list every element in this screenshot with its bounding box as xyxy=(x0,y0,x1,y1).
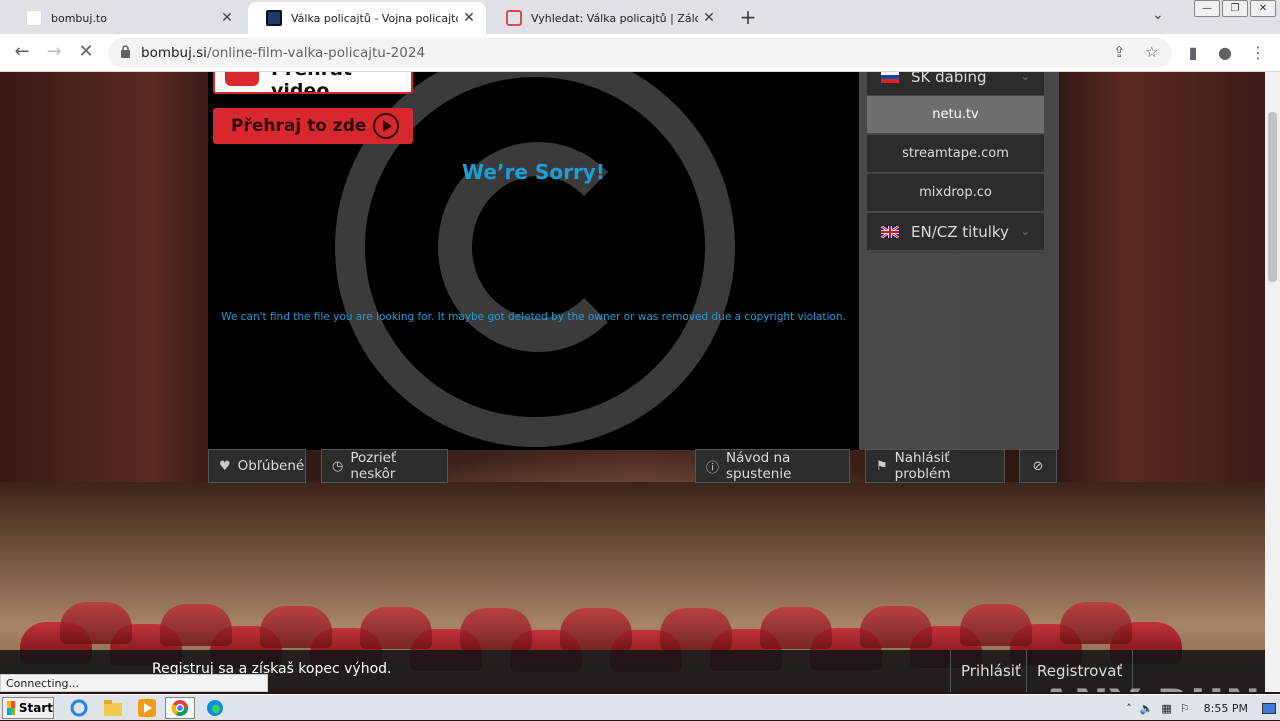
seat xyxy=(960,604,1032,646)
edge-icon[interactable] xyxy=(200,697,230,719)
report-problem-button[interactable]: ⚑ Nahlásiť problém xyxy=(865,449,1005,483)
new-tab-button[interactable]: + xyxy=(737,5,759,29)
flag-icon: ⚑ xyxy=(876,458,888,474)
play-circle-icon xyxy=(373,113,399,139)
menu-kebab-icon[interactable]: ⋮ xyxy=(1247,43,1269,62)
close-icon[interactable]: ✕ xyxy=(458,10,480,26)
windows-logo-icon xyxy=(7,701,15,715)
hide-eye-button[interactable]: ⊘ xyxy=(1019,449,1057,483)
error-title: We’re Sorry! xyxy=(462,160,605,184)
slovak-flag-icon xyxy=(881,72,899,83)
start-button[interactable]: Start xyxy=(2,697,54,719)
tab-valka-policajtu[interactable]: Válka policajtů - Vojna policajtov onlin… xyxy=(248,2,486,34)
play-video-button[interactable]: Přehrát video xyxy=(213,72,413,94)
speaker-icon[interactable]: 🔈 xyxy=(1140,702,1154,715)
sk-dubbing-dropdown[interactable]: SK dabing ⌄ xyxy=(867,72,1044,96)
profile-avatar-icon[interactable]: ● xyxy=(1214,43,1236,62)
system-tray: ˄ 🔈 ▦ ⚐ 8:55 PM xyxy=(1118,695,1280,721)
page-scrollbar[interactable] xyxy=(1265,72,1280,692)
chevron-up-icon[interactable]: ˄ xyxy=(1126,702,1132,715)
tab-zalohuj[interactable]: Vyhledat: Válka policajtů | Zálohuj.si ✕ xyxy=(488,2,726,34)
flag-tray-icon[interactable]: ⚐ xyxy=(1180,702,1190,715)
window-controls: — ❐ ✕ xyxy=(1192,0,1276,18)
seat xyxy=(60,602,132,644)
error-message: We can't find the file you are looking f… xyxy=(221,311,846,323)
film-icon xyxy=(266,10,282,26)
file-explorer-icon[interactable] xyxy=(98,697,128,719)
minimize-button[interactable]: — xyxy=(1194,0,1220,17)
clock-icon: ◷ xyxy=(332,458,344,474)
seat xyxy=(560,608,632,650)
eye-slash-icon: ⊘ xyxy=(1032,458,1044,474)
restore-button[interactable]: ❐ xyxy=(1222,0,1248,17)
youtube-play-icon xyxy=(225,72,259,86)
chevron-down-icon: ⌄ xyxy=(1020,225,1030,238)
seat xyxy=(360,607,432,649)
scrollbar-thumb[interactable] xyxy=(1268,112,1277,282)
source-netu[interactable]: netu.tv xyxy=(867,96,1044,134)
page-viewport: We’re Sorry! We can't find the file you … xyxy=(0,72,1280,692)
address-bar[interactable]: bombuj.si/online-film-valka-policajtu-20… xyxy=(108,38,1172,68)
chevron-down-icon: ⌄ xyxy=(1020,72,1030,83)
watch-later-button[interactable]: ◷ Pozrieť neskôr xyxy=(321,449,448,483)
chrome-icon[interactable] xyxy=(165,697,195,719)
source-mixdrop[interactable]: mixdrop.co xyxy=(867,174,1044,212)
seat xyxy=(260,606,332,648)
seat xyxy=(160,604,232,646)
network-icon[interactable]: ▦ xyxy=(1161,702,1171,715)
sources-panel: SK dabing ⌄ netu.tv streamtape.com mixdr… xyxy=(867,72,1044,254)
close-icon[interactable]: ✕ xyxy=(216,10,238,26)
tab-strip: bombuj.to ✕ Válka policajtů - Vojna poli… xyxy=(0,0,1280,34)
uk-flag-icon xyxy=(881,225,899,238)
play-here-button[interactable]: Přehraj to zde xyxy=(213,108,413,144)
info-icon: ⓘ xyxy=(706,460,720,476)
source-streamtape[interactable]: streamtape.com xyxy=(867,135,1044,173)
heart-icon: ♥ xyxy=(219,458,231,474)
seat xyxy=(860,606,932,648)
clock[interactable]: 8:55 PM xyxy=(1204,702,1248,715)
browser-toolbar: ← → ✕ bombuj.si/online-film-valka-polica… xyxy=(0,34,1280,72)
anyrun-watermark: ANY RUN xyxy=(1040,680,1261,692)
tab-search-chevron-icon[interactable]: ⌄ xyxy=(1152,7,1164,23)
seat xyxy=(460,608,532,650)
lock-icon[interactable] xyxy=(120,45,131,58)
tab-bombuj[interactable]: bombuj.to ✕ xyxy=(8,2,244,34)
close-icon[interactable]: ✕ xyxy=(698,10,720,26)
show-desktop-icon[interactable] xyxy=(1262,702,1276,714)
stop-icon[interactable]: ✕ xyxy=(74,41,98,62)
status-bubble: Connecting... xyxy=(0,674,268,692)
en-cz-subtitles-dropdown[interactable]: EN/CZ titulky ⌄ xyxy=(867,213,1044,251)
side-panel-icon[interactable]: ▮ xyxy=(1182,43,1204,62)
internet-explorer-icon[interactable] xyxy=(64,697,94,719)
seat xyxy=(660,608,732,650)
login-button[interactable]: Prihlásiť xyxy=(950,650,1031,692)
favorite-button[interactable]: ♥ Obľúbené xyxy=(208,449,306,483)
seat xyxy=(760,607,832,649)
back-arrow-icon[interactable]: ← xyxy=(10,41,34,62)
page-icon xyxy=(26,10,42,26)
forward-arrow-icon[interactable]: → xyxy=(42,41,66,62)
media-player-icon[interactable] xyxy=(132,697,162,719)
share-icon[interactable]: ⇪ xyxy=(1113,43,1126,61)
guide-button[interactable]: ⓘ Návod na spustenie xyxy=(695,449,850,483)
seat xyxy=(1060,602,1132,644)
bookmark-star-icon[interactable]: ☆ xyxy=(1145,43,1158,61)
windows-taskbar: Start ˄ 🔈 ▦ ⚐ 8:55 PM xyxy=(0,694,1280,720)
url-text: bombuj.si/online-film-valka-policajtu-20… xyxy=(141,45,426,61)
close-window-button[interactable]: ✕ xyxy=(1250,0,1276,17)
zalohuj-icon xyxy=(506,10,522,26)
